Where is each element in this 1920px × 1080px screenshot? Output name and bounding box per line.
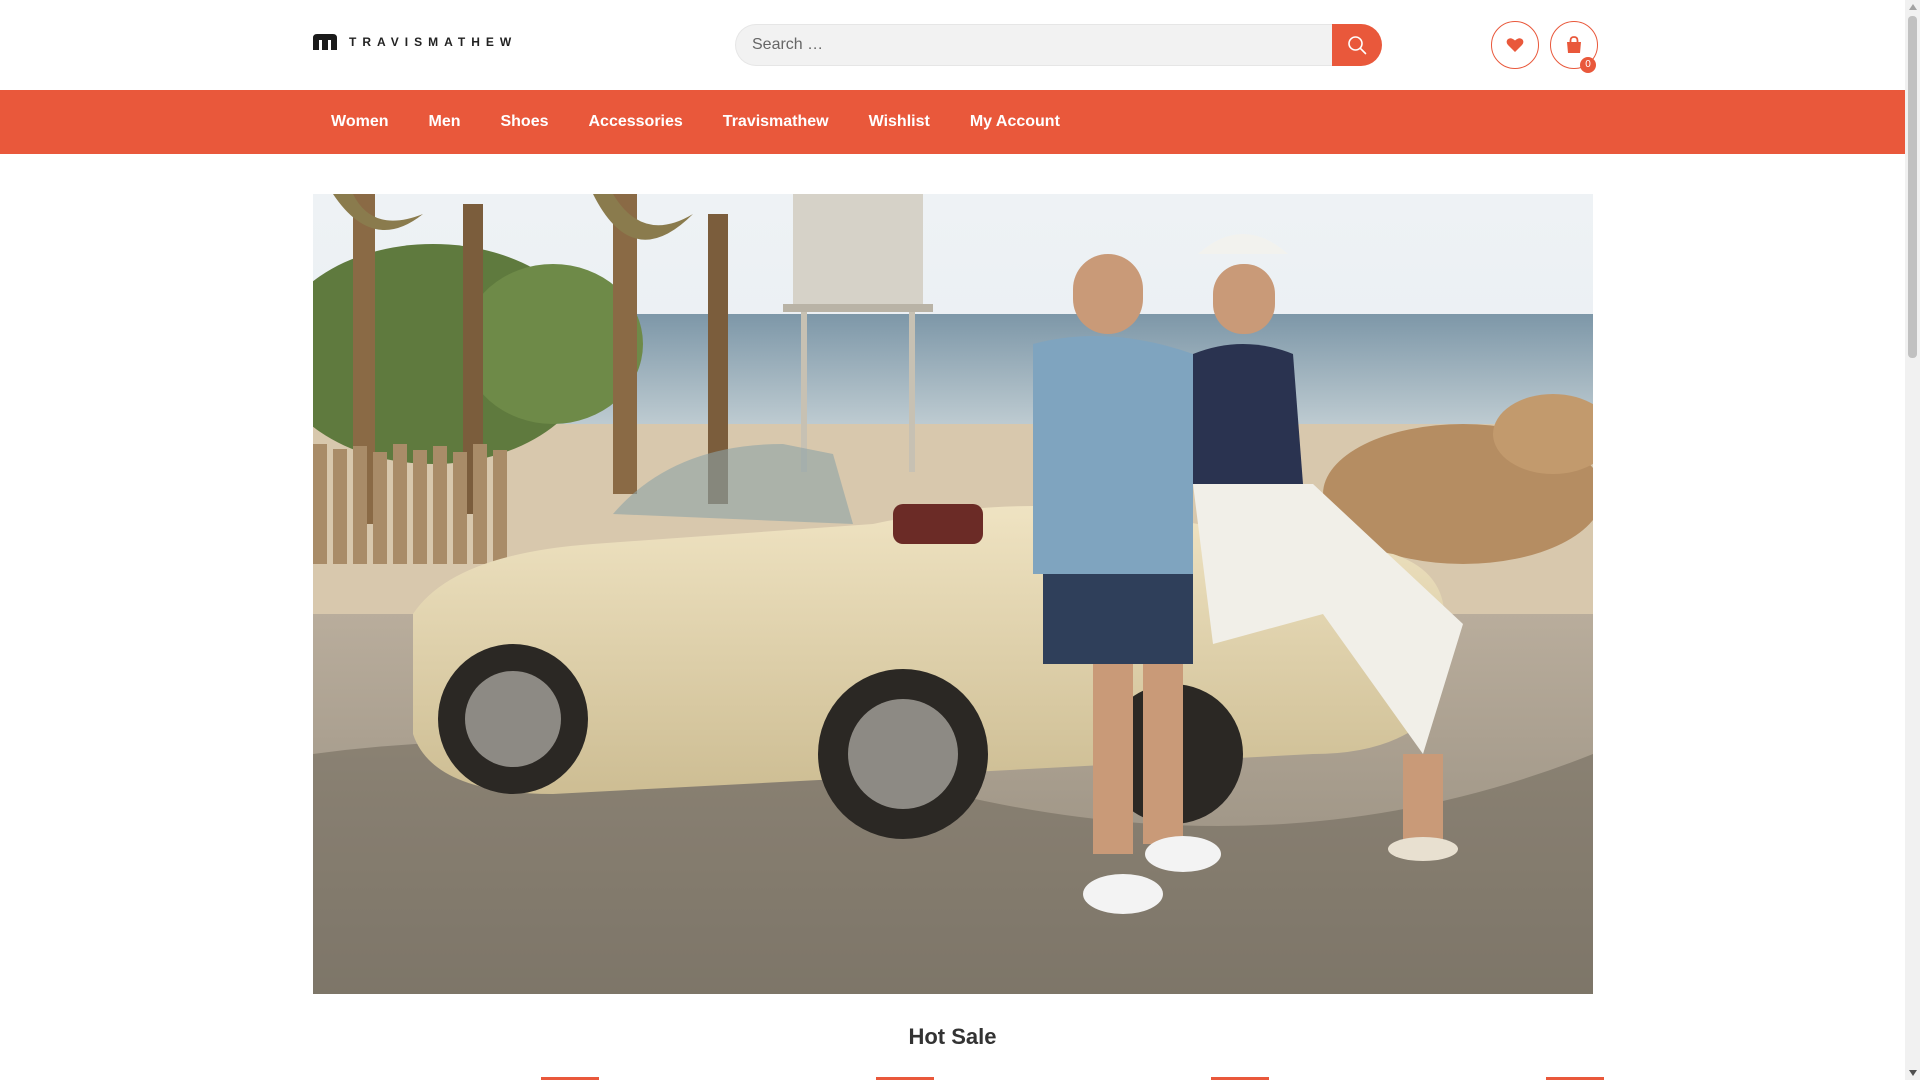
hero-image	[313, 194, 1593, 994]
nav-item-women[interactable]: Women	[311, 90, 408, 154]
nav-item-my-account[interactable]: My Account	[950, 90, 1080, 154]
search-icon	[1348, 36, 1367, 55]
hero-banner[interactable]	[313, 194, 1593, 994]
scroll-down-arrow-icon[interactable]	[1905, 1066, 1920, 1080]
scroll-up-arrow-icon[interactable]	[1905, 0, 1920, 14]
nav-item-accessories[interactable]: Accessories	[569, 90, 703, 154]
search-form	[735, 24, 1382, 66]
nav-item-wishlist[interactable]: Wishlist	[849, 90, 950, 154]
logo-text: TRAVISMATHEW	[349, 35, 518, 49]
shopping-bag-icon	[1567, 36, 1581, 53]
cart-button[interactable]: 0	[1550, 21, 1598, 73]
page: TRAVISMATHEW 0 Women	[0, 0, 1905, 1080]
nav-item-men[interactable]: Men	[408, 90, 480, 154]
brand-logo[interactable]: TRAVISMATHEW	[311, 32, 517, 52]
search-button[interactable]	[1332, 24, 1382, 66]
logo-mark-icon	[313, 34, 337, 50]
cart-count-badge: 0	[1580, 57, 1596, 73]
search-input[interactable]	[735, 24, 1332, 66]
site-header: TRAVISMATHEW 0	[0, 0, 1905, 90]
scrollbar-thumb[interactable]	[1908, 16, 1917, 358]
wishlist-button[interactable]	[1491, 21, 1539, 69]
heart-icon	[1506, 38, 1524, 52]
nav-item-shoes[interactable]: Shoes	[480, 90, 568, 154]
nav-item-travismathew[interactable]: Travismathew	[703, 90, 849, 154]
hot-sale-title: Hot Sale	[908, 1024, 997, 1049]
main-navigation: Women Men Shoes Accessories Travismathew…	[0, 90, 1905, 154]
